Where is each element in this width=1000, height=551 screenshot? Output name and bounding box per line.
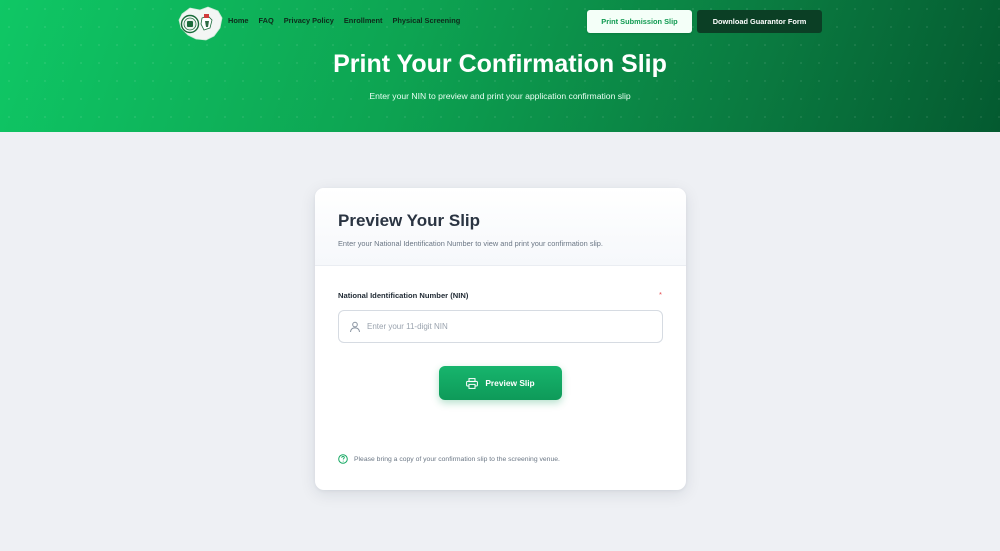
preview-slip-button[interactable]: Preview Slip xyxy=(439,366,562,400)
nav-item-physical-screening[interactable]: Physical Screening xyxy=(392,16,460,25)
printer-icon xyxy=(466,377,479,389)
nav-item-privacy-policy[interactable]: Privacy Policy xyxy=(284,16,334,25)
page-subtitle: Enter your NIN to preview and print your… xyxy=(369,91,631,101)
nin-input[interactable] xyxy=(367,311,657,342)
print-submission-slip-button[interactable]: Print Submission Slip xyxy=(587,10,692,33)
card-description: Enter your National Identification Numbe… xyxy=(338,239,603,248)
help-circle-icon xyxy=(338,454,348,464)
required-marker: * xyxy=(659,290,662,299)
main-nav: Home FAQ Privacy Policy Enrollment Physi… xyxy=(228,16,460,25)
nav-item-home[interactable]: Home xyxy=(228,16,249,25)
download-guarantor-form-button[interactable]: Download Guarantor Form xyxy=(697,10,822,33)
hero-banner: Home FAQ Privacy Policy Enrollment Physi… xyxy=(0,0,1000,132)
screening-note: Please bring a copy of your confirmation… xyxy=(338,454,560,464)
user-icon xyxy=(350,321,360,333)
nin-field-label: National Identification Number (NIN) xyxy=(338,291,469,300)
nav-item-enrollment[interactable]: Enrollment xyxy=(344,16,383,25)
preview-slip-label: Preview Slip xyxy=(485,378,535,388)
preview-slip-card: Preview Your Slip Enter your National Id… xyxy=(315,188,686,490)
screening-note-text: Please bring a copy of your confirmation… xyxy=(354,455,560,463)
nigeria-map-logo-icon[interactable] xyxy=(176,4,224,42)
page-title: Print Your Confirmation Slip xyxy=(333,50,667,78)
card-title: Preview Your Slip xyxy=(338,211,481,230)
card-header: Preview Your Slip Enter your National Id… xyxy=(315,188,686,266)
nin-input-container[interactable] xyxy=(338,310,663,343)
nav-item-faq[interactable]: FAQ xyxy=(259,16,274,25)
